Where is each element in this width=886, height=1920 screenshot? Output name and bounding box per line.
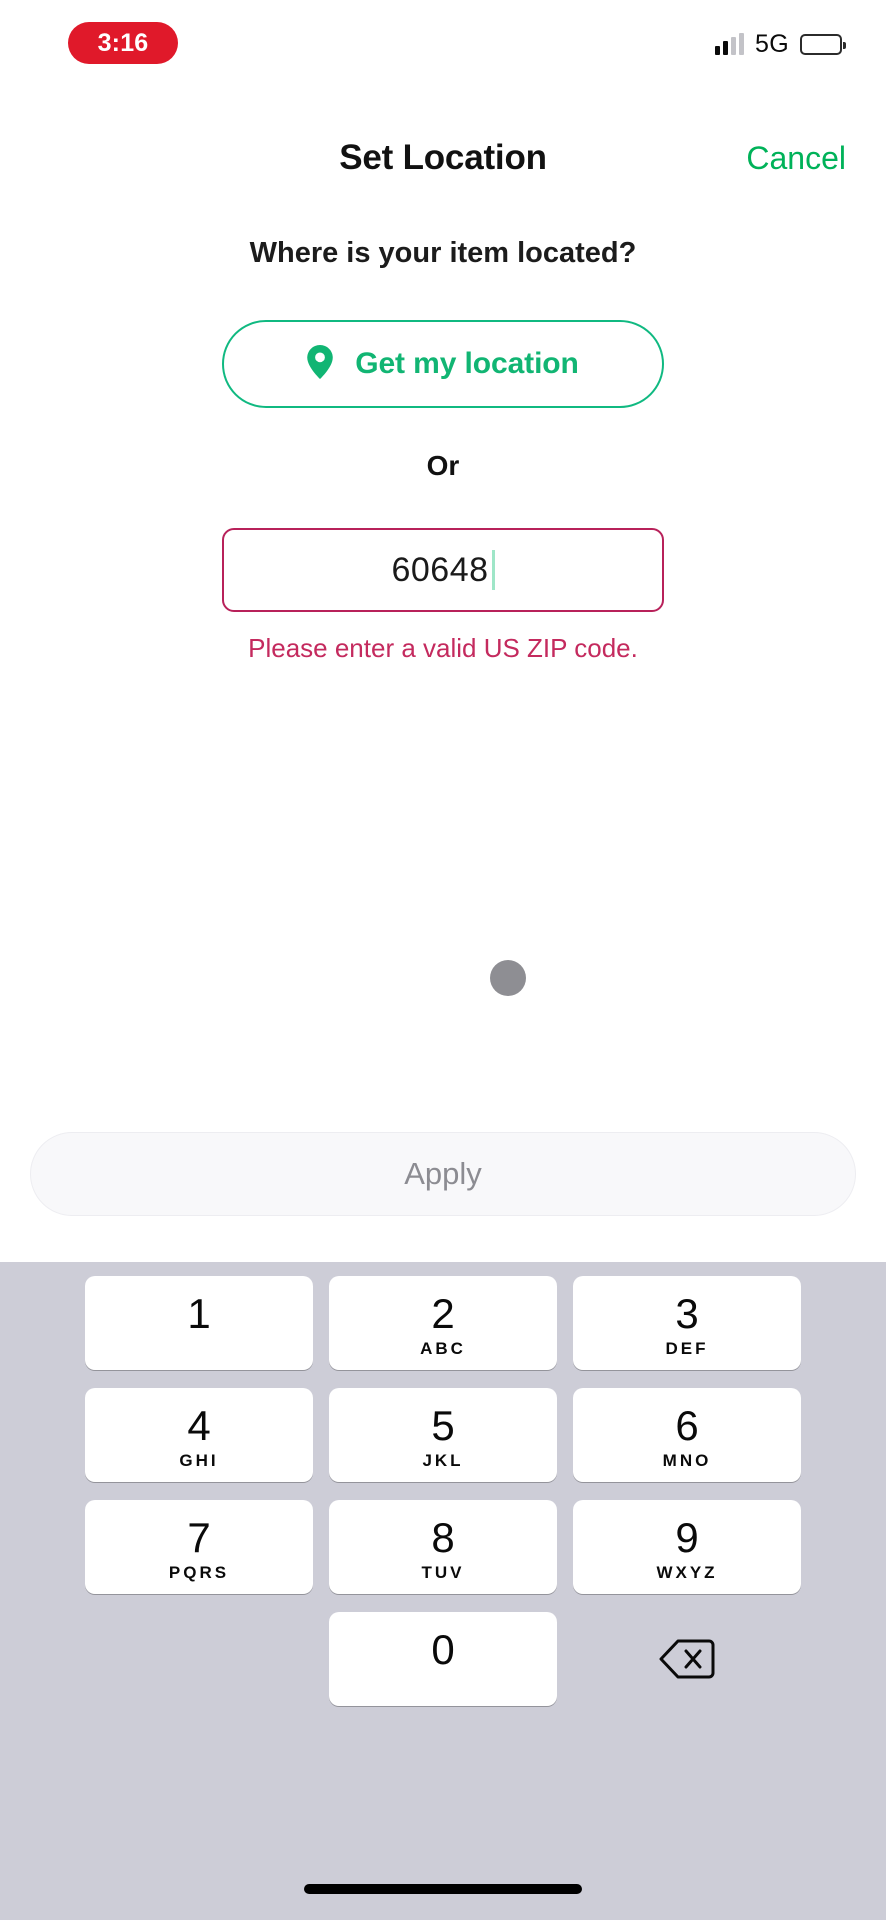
text-caret — [491, 550, 495, 590]
cancel-button[interactable]: Cancel — [746, 130, 846, 186]
phone-screen: 3:16 5G Set Location Cancel Where is you… — [0, 0, 886, 1920]
zip-error-message: Please enter a valid US ZIP code. — [248, 633, 638, 663]
subtitle-text: Where is your item located? — [249, 237, 637, 269]
keypad-row: 7 PQRS 8 TUV 9 WXYZ — [0, 1500, 886, 1594]
key-letters: MNO — [662, 1451, 712, 1470]
status-time-pill: 3:16 — [68, 22, 178, 64]
numeric-keypad: 1 2 ABC 3 DEF 4 GHI 5 JKL 6 MNO 7 PQRS 8… — [0, 1262, 886, 1920]
battery-low-icon — [800, 33, 846, 55]
keypad-rows: 1 2 ABC 3 DEF 4 GHI 5 JKL 6 MNO 7 PQRS 8… — [0, 1276, 886, 1724]
key-8[interactable]: 8 TUV — [329, 1500, 557, 1594]
key-digit: 7 — [187, 1514, 211, 1561]
key-6[interactable]: 6 MNO — [573, 1388, 801, 1482]
key-digit: 2 — [431, 1290, 455, 1337]
key-digit: 9 — [675, 1514, 699, 1561]
key-letters: WXYZ — [656, 1563, 718, 1582]
keypad-spacer — [85, 1612, 313, 1706]
key-digit: 0 — [431, 1626, 455, 1673]
key-letters: GHI — [179, 1451, 219, 1470]
or-divider-label: Or — [426, 450, 460, 481]
key-5[interactable]: 5 JKL — [329, 1388, 557, 1482]
key-1[interactable]: 1 — [85, 1276, 313, 1370]
key-4[interactable]: 4 GHI — [85, 1388, 313, 1482]
modal-header: Set Location Cancel — [0, 130, 886, 192]
loading-dot-icon — [490, 960, 526, 996]
key-digit: 8 — [431, 1514, 455, 1561]
key-3[interactable]: 3 DEF — [573, 1276, 801, 1370]
key-digit: 5 — [431, 1402, 455, 1449]
key-letters: TUV — [421, 1563, 465, 1582]
map-pin-icon — [307, 344, 333, 384]
home-indicator — [304, 1884, 582, 1894]
key-0[interactable]: 0 — [329, 1612, 557, 1706]
network-type-label: 5G — [755, 29, 789, 58]
keypad-row: 1 2 ABC 3 DEF — [0, 1276, 886, 1370]
signal-bars-icon — [715, 33, 745, 55]
key-digit: 1 — [187, 1290, 211, 1337]
status-bar: 3:16 5G — [0, 0, 886, 96]
key-2[interactable]: 2 ABC — [329, 1276, 557, 1370]
status-time: 3:16 — [97, 28, 149, 57]
keypad-row: 4 GHI 5 JKL 6 MNO — [0, 1388, 886, 1482]
get-my-location-button[interactable]: Get my location — [222, 320, 664, 408]
key-letters: ABC — [420, 1339, 466, 1358]
keypad-row: 0 — [0, 1612, 886, 1706]
key-letters: DEF — [665, 1339, 709, 1358]
key-9[interactable]: 9 WXYZ — [573, 1500, 801, 1594]
backspace-delete-icon[interactable] — [573, 1612, 801, 1706]
status-indicators: 5G — [715, 26, 846, 62]
zip-code-input[interactable]: 60648 — [222, 528, 664, 612]
get-my-location-label: Get my location — [355, 347, 579, 380]
key-digit: 4 — [187, 1402, 211, 1449]
zip-code-value: 60648 — [391, 550, 489, 589]
key-letters: PQRS — [168, 1563, 230, 1582]
key-digit: 6 — [675, 1402, 699, 1449]
apply-button[interactable]: Apply — [30, 1132, 856, 1216]
key-digit: 3 — [675, 1290, 699, 1337]
key-letters: JKL — [422, 1451, 464, 1470]
key-7[interactable]: 7 PQRS — [85, 1500, 313, 1594]
